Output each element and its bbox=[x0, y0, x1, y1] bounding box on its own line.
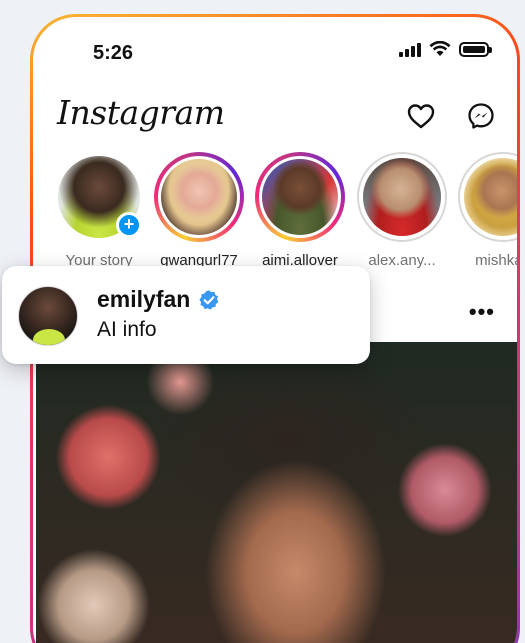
wifi-icon bbox=[429, 41, 451, 56]
story-ring: + bbox=[54, 152, 144, 242]
popup-name-row: emilyfan bbox=[97, 286, 220, 313]
story-label: mishka_ bbox=[475, 252, 517, 269]
messenger-icon[interactable] bbox=[466, 101, 496, 131]
story-ring bbox=[458, 152, 517, 242]
story-alex-any[interactable]: alex.any... bbox=[352, 152, 452, 269]
avatar bbox=[18, 286, 78, 346]
post-image[interactable] bbox=[36, 342, 517, 643]
status-icons bbox=[399, 41, 492, 57]
avatar bbox=[161, 159, 237, 235]
story-ring bbox=[357, 152, 447, 242]
popup-subtitle: AI info bbox=[97, 318, 157, 341]
avatar bbox=[363, 158, 441, 236]
cellular-signal-icon bbox=[399, 41, 421, 57]
status-bar: 5:26 bbox=[33, 17, 517, 87]
battery-icon bbox=[459, 41, 492, 57]
avatar bbox=[262, 159, 338, 235]
instagram-logo[interactable]: Instagram bbox=[57, 93, 225, 132]
app-header: Instagram bbox=[33, 87, 517, 147]
stories-tray: + Your story gwangurl77 aimi.allover ale… bbox=[49, 152, 517, 282]
ai-info-popup[interactable]: emilyfan AI info bbox=[2, 266, 370, 364]
story-ring bbox=[255, 152, 345, 242]
story-mishka[interactable]: mishka_ bbox=[453, 152, 517, 269]
story-label: alex.any... bbox=[368, 252, 436, 269]
status-time: 5:26 bbox=[93, 42, 134, 64]
story-ring bbox=[154, 152, 244, 242]
add-story-plus-icon[interactable]: + bbox=[116, 212, 142, 238]
post-more-options-icon[interactable]: ••• bbox=[469, 299, 495, 325]
avatar bbox=[464, 158, 517, 236]
story-aimi-allover[interactable]: aimi.allover bbox=[250, 152, 350, 269]
heart-icon[interactable] bbox=[406, 101, 436, 131]
story-gwangurl77[interactable]: gwangurl77 bbox=[149, 152, 249, 269]
verified-badge-icon bbox=[199, 289, 219, 310]
story-your-story[interactable]: + Your story bbox=[49, 152, 149, 269]
popup-username[interactable]: emilyfan bbox=[97, 286, 190, 313]
